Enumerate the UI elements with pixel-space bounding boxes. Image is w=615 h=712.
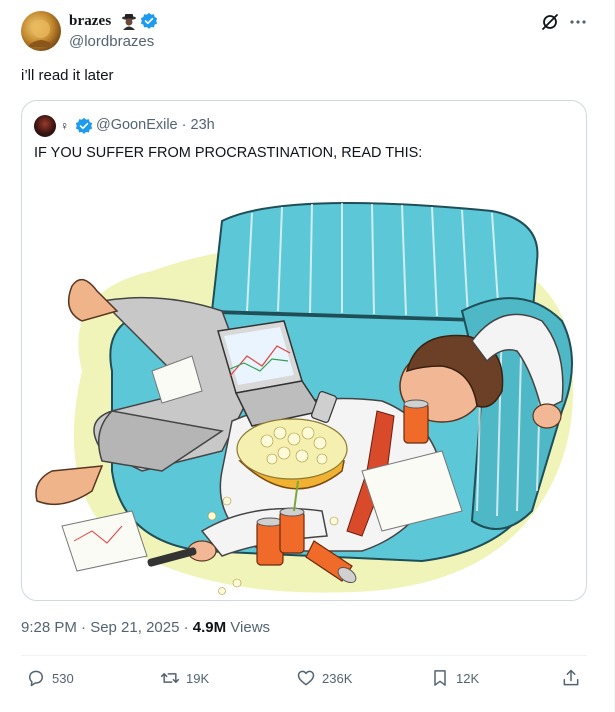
reply-count: 530 <box>52 670 74 686</box>
share-icon <box>563 669 579 686</box>
retweet-count: 19K <box>186 670 210 686</box>
tweet-timestamp[interactable]: 9:28 PM · Sep 21, 2025 · <box>21 619 193 636</box>
tweet-text: i’ll read it later <box>21 67 114 84</box>
retweet-button[interactable]: 19K <box>160 666 209 690</box>
author-display-name[interactable]: brazes <box>69 13 111 30</box>
quoted-tweet[interactable]: ♀ @GoonExile · 23h IF YOU SUFFER FROM PR… <box>21 100 587 601</box>
share-button[interactable] <box>561 666 587 690</box>
like-icon <box>297 670 315 686</box>
quoted-image[interactable] <box>22 171 586 600</box>
like-count: 236K <box>322 670 353 686</box>
divider <box>21 655 587 656</box>
author-handle[interactable]: @lordbrazes <box>69 33 154 50</box>
grok-icon[interactable] <box>540 12 560 32</box>
verified-icon <box>75 117 93 135</box>
like-button[interactable]: 236K <box>296 666 352 690</box>
tweet-meta: 9:28 PM · Sep 21, 2025 · 4.9M Views <box>21 619 270 636</box>
author-avatar[interactable] <box>21 11 61 51</box>
quoted-author-avatar[interactable] <box>34 115 56 137</box>
bookmark-icon <box>434 670 446 686</box>
reply-icon <box>29 670 43 687</box>
bookmark-button[interactable]: 12K <box>430 666 479 690</box>
detective-emoji-icon <box>120 12 138 30</box>
retweet-icon <box>160 673 180 683</box>
reply-button[interactable]: 530 <box>26 666 74 690</box>
tweet[interactable]: brazes @lordbrazes i’ll read it later ♀ <box>0 0 615 712</box>
quoted-text: IF YOU SUFFER FROM PROCRASTINATION, READ… <box>34 145 423 161</box>
quoted-handle-time[interactable]: @GoonExile · 23h <box>96 117 215 133</box>
female-sign-icon: ♀ <box>60 119 69 133</box>
bookmark-count: 12K <box>456 670 480 686</box>
views-count: 4.9M <box>192 619 227 636</box>
more-icon[interactable] <box>568 12 588 32</box>
verified-icon <box>140 12 158 30</box>
views-label: Views <box>226 619 271 636</box>
